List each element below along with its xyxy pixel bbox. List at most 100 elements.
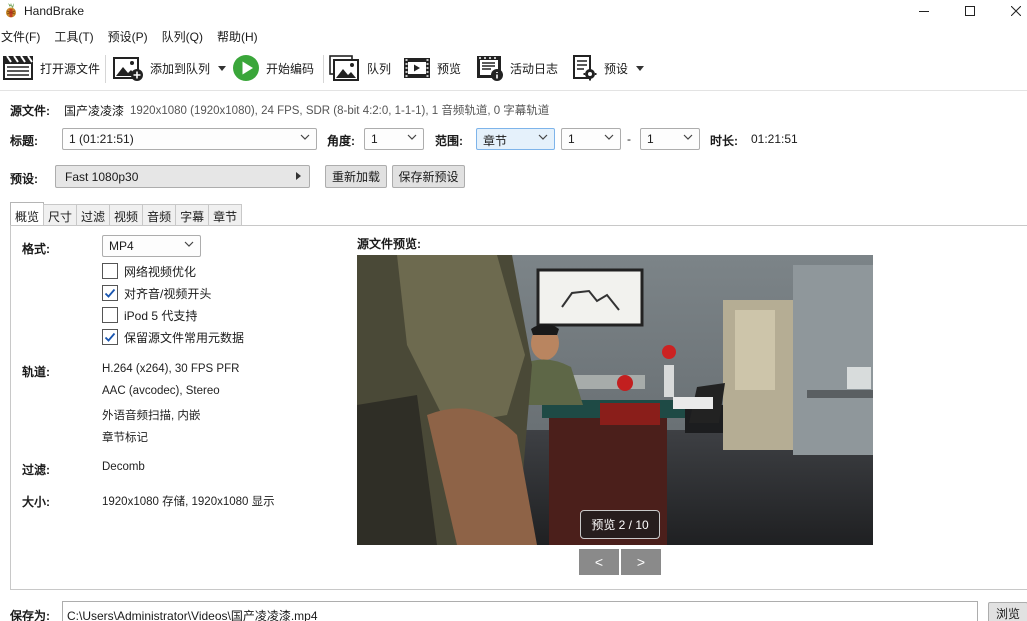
range-type-value: 章节 [483, 134, 508, 148]
menu-help[interactable]: 帮助(H) [216, 26, 265, 46]
toolbar-divider [0, 90, 1027, 91]
track-foreign-scan: 外语音频扫描, 内嵌 [102, 410, 201, 422]
align-av-checkbox[interactable] [102, 285, 118, 301]
align-av-label: 对齐音/视频开头 [124, 286, 212, 301]
range-type-select[interactable]: 章节 [476, 128, 555, 150]
tab-summary[interactable]: 概览 [10, 202, 45, 225]
save-path-input[interactable]: C:\Users\Administrator\Videos\国产凌凌漆.mp4 [62, 601, 978, 621]
title-label: 标题: [10, 134, 38, 148]
activity-log-label: 活动日志 [510, 61, 559, 76]
web-optimized-checkbox[interactable] [102, 263, 118, 279]
preview-next-button[interactable]: > [621, 549, 661, 575]
tab-dimensions[interactable]: 尺寸 [43, 204, 78, 225]
menu-file[interactable]: 文件(F) [0, 26, 47, 46]
format-select[interactable]: MP4 [102, 235, 201, 257]
browse-button[interactable]: 浏览 [988, 602, 1027, 621]
source-name: 国产凌凌漆 [64, 104, 125, 118]
align-av-option[interactable]: 对齐音/视频开头 [102, 284, 211, 302]
add-image-icon [113, 57, 143, 81]
tab-chapters[interactable]: 章节 [208, 204, 243, 225]
presets-gear-icon [573, 55, 597, 81]
close-button[interactable] [993, 0, 1027, 22]
preview-frame-image [357, 255, 873, 545]
reload-preset-button[interactable]: 重新加载 [325, 165, 387, 188]
keep-metadata-label: 保留源文件常用元数据 [124, 330, 245, 345]
maximize-button[interactable] [947, 0, 993, 22]
tab-subtitles[interactable]: 字幕 [175, 204, 210, 225]
menu-tools[interactable]: 工具(T) [53, 26, 100, 46]
start-encode-label: 开始编码 [266, 61, 315, 76]
track-video: H.264 (x264), 30 FPS PFR [102, 363, 240, 375]
web-optimized-option[interactable]: 网络视频优化 [102, 262, 196, 280]
minimize-button[interactable] [901, 0, 947, 22]
keep-metadata-checkbox[interactable] [102, 329, 118, 345]
open-source-label: 打开源文件 [40, 61, 101, 76]
chevron-down-icon [604, 134, 614, 140]
menu-bar: 文件(F) 工具(T) 预设(P) 队列(Q) 帮助(H) [0, 26, 271, 46]
toolbar-separator [323, 55, 324, 83]
tracks-label: 轨道: [22, 365, 50, 379]
filters-value: Decomb [102, 461, 145, 473]
format-label: 格式: [22, 242, 50, 256]
duration-value: 01:21:51 [751, 132, 798, 146]
ipod-support-checkbox[interactable] [102, 307, 118, 323]
range-end-value: 1 [647, 132, 654, 146]
angle-label: 角度: [327, 134, 355, 148]
save-new-preset-button[interactable]: 保存新预设 [392, 165, 465, 188]
preview-button[interactable]: 预览 [403, 51, 461, 85]
handbrake-pineapple-icon [6, 3, 16, 18]
play-icon [233, 55, 259, 81]
activity-log-button[interactable]: 活动日志 [476, 51, 558, 85]
tab-audio[interactable]: 音频 [142, 204, 177, 225]
preview-label: 预览 [437, 61, 462, 76]
ipod-support-label: iPod 5 代支持 [124, 308, 198, 323]
toolbar: 打开源文件 添加到队列 开始编码 队列 预览 活动日志 预设 [0, 51, 1027, 87]
minimize-icon [919, 11, 929, 12]
queue-button[interactable]: 队列 [329, 51, 391, 85]
angle-select[interactable]: 1 [364, 128, 424, 150]
add-to-queue-button[interactable]: 添加到队列 [112, 51, 227, 85]
checkmark-icon [104, 332, 116, 342]
range-end-select[interactable]: 1 [640, 128, 700, 150]
title-select-value: 1 (01:21:51) [69, 132, 134, 146]
preset-label: 预设: [10, 172, 38, 186]
chevron-right-icon [296, 172, 301, 180]
chevron-down-icon [683, 134, 693, 140]
angle-select-value: 1 [371, 132, 378, 146]
preset-select-value: Fast 1080p30 [65, 170, 139, 184]
start-encode-button[interactable]: 开始编码 [232, 51, 314, 85]
filters-label: 过滤: [22, 463, 50, 477]
chevron-down-icon [184, 241, 194, 247]
duration-label: 时长: [710, 134, 738, 148]
title-select[interactable]: 1 (01:21:51) [62, 128, 317, 150]
chevron-down-icon [538, 134, 548, 140]
menu-presets[interactable]: 预设(P) [107, 26, 155, 46]
preview-counter-badge: 预览 2 / 10 [580, 510, 660, 539]
web-optimized-label: 网络视频优化 [124, 264, 197, 279]
preset-select[interactable]: Fast 1080p30 [55, 165, 310, 188]
window-title: HandBrake [24, 4, 85, 18]
film-clapper-icon [3, 55, 33, 80]
chevron-down-icon[interactable] [218, 65, 227, 71]
chevron-down-icon [407, 134, 417, 140]
presets-button[interactable]: 预设 [572, 51, 645, 85]
source-info: 1920x1080 (1920x1080), 24 FPS, SDR (8-bi… [130, 105, 550, 117]
range-start-select[interactable]: 1 [561, 128, 621, 150]
film-strip-play-icon [404, 58, 430, 78]
close-icon [1011, 6, 1021, 16]
queue-images-icon [329, 55, 359, 81]
open-source-button[interactable]: 打开源文件 [2, 51, 100, 85]
keep-metadata-option[interactable]: 保留源文件常用元数据 [102, 328, 244, 346]
size-value: 1920x1080 存储, 1920x1080 显示 [102, 496, 275, 508]
format-select-value: MP4 [109, 239, 134, 253]
ipod-support-option[interactable]: iPod 5 代支持 [102, 306, 197, 324]
preview-heading: 源文件预览: [357, 237, 421, 251]
menu-queue[interactable]: 队列(Q) [161, 26, 210, 46]
presets-label: 预设 [604, 61, 629, 76]
track-audio: AAC (avcodec), Stereo [102, 385, 220, 397]
preview-prev-button[interactable]: < [579, 549, 619, 575]
add-to-queue-label: 添加到队列 [150, 61, 211, 76]
tab-video[interactable]: 视频 [109, 204, 144, 225]
chevron-down-icon[interactable] [636, 65, 645, 71]
tab-filters[interactable]: 过滤 [76, 204, 111, 225]
